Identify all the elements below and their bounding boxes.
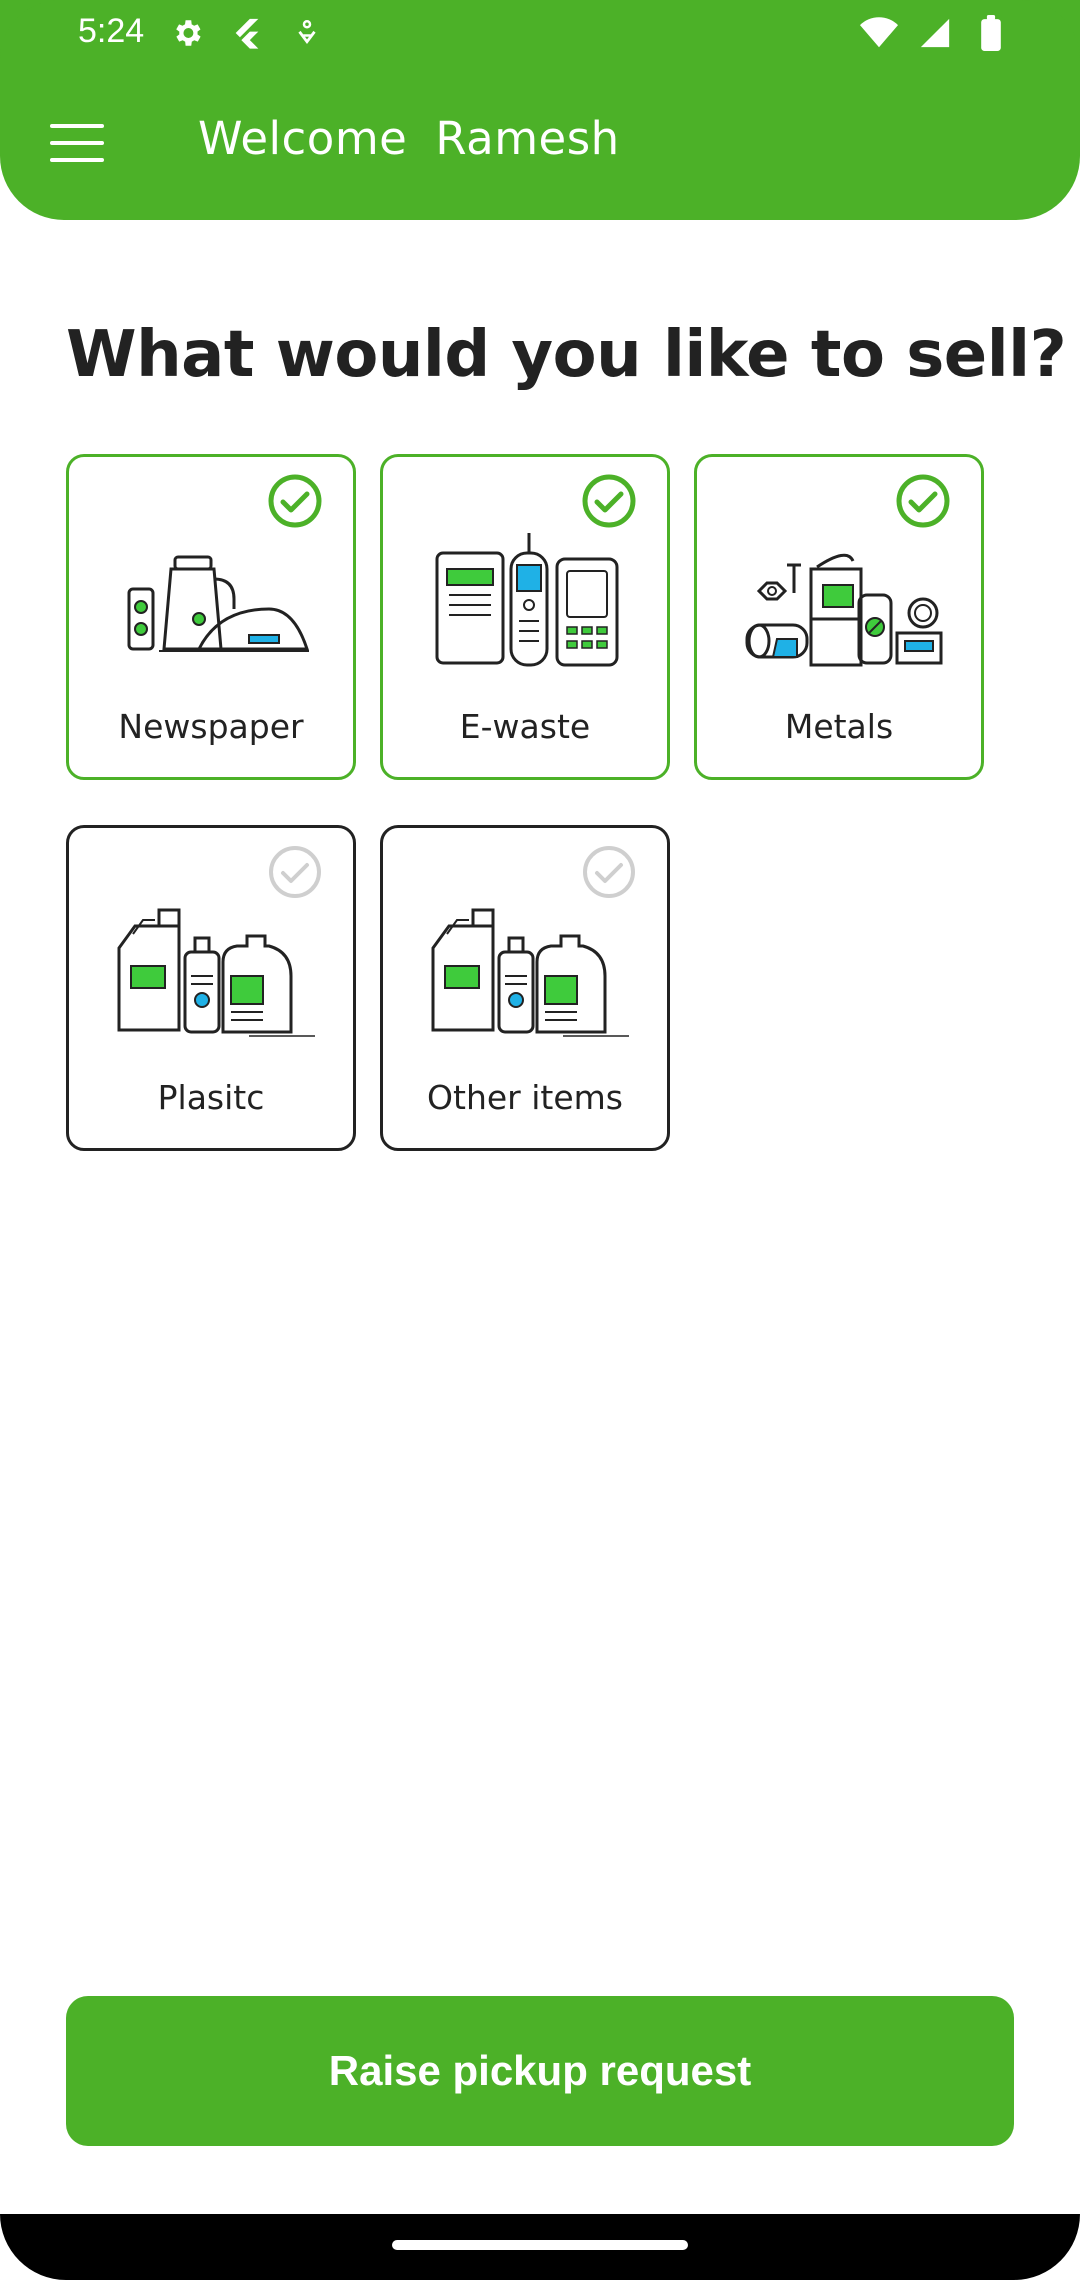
category-label: Metals (784, 707, 894, 746)
app-bar: 5:24 Welcome Ramesh (0, 0, 1080, 220)
home-gesture-handle[interactable] (392, 2240, 688, 2250)
checked-icon (896, 474, 950, 528)
status-time: 5:24 (78, 12, 145, 50)
category-label: E-waste (459, 707, 591, 746)
category-card-plastic[interactable]: Plasitc (66, 825, 356, 1151)
screen: 5:24 Welcome Ramesh What would you like … (0, 0, 1080, 2280)
welcome-title: Welcome Ramesh (198, 112, 620, 165)
category-label: Other items (427, 1078, 623, 1117)
battery-icon (972, 14, 1010, 52)
user-name: Ramesh (435, 112, 620, 165)
accessibility-icon (288, 14, 326, 52)
appliances-illustration-icon (127, 555, 310, 652)
status-icons-left (168, 14, 326, 52)
page-question: What would you like to sell? (66, 318, 1067, 392)
welcome-text: Welcome (198, 112, 408, 165)
category-card-e-waste[interactable]: E-waste (380, 454, 670, 780)
checked-icon (582, 474, 636, 528)
signal-icon (916, 14, 954, 52)
wifi-icon (860, 14, 898, 52)
unchecked-icon (269, 846, 321, 898)
unchecked-icon (583, 846, 635, 898)
raise-pickup-request-button[interactable]: Raise pickup request (66, 1996, 1014, 2146)
plastic-bottles-illustration-icon (117, 908, 315, 1037)
category-card-other-items[interactable]: Other items (380, 825, 670, 1151)
flutter-icon (228, 14, 266, 52)
category-card-metals[interactable]: Metals (694, 454, 984, 780)
plastic-bottles-illustration-icon (431, 908, 629, 1037)
metals-illustration-icon (745, 553, 943, 667)
settings-icon (168, 14, 206, 52)
status-icons-right (860, 14, 1010, 52)
category-label: Newspaper (118, 707, 304, 746)
category-label: Plasitc (157, 1078, 265, 1117)
checked-icon (268, 474, 322, 528)
category-card-newspaper[interactable]: Newspaper (66, 454, 356, 780)
hamburger-menu-icon[interactable] (46, 118, 108, 168)
electronics-illustration-icon (435, 533, 619, 667)
